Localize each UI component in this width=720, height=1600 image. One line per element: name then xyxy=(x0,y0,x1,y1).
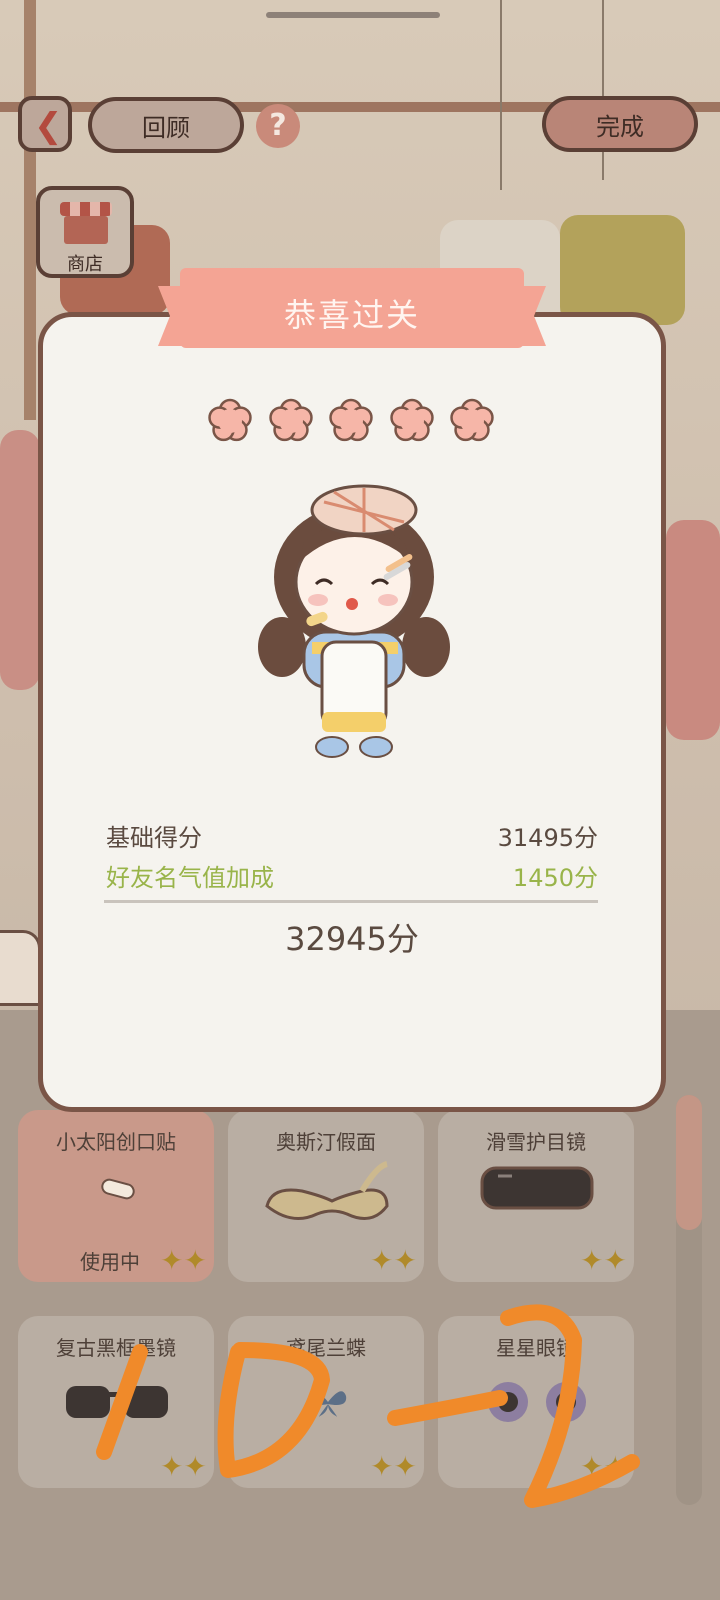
side-cloth-right xyxy=(666,520,720,740)
dialog-title: 恭喜过关 xyxy=(283,296,420,334)
sparkle-icon: ✦✦ xyxy=(580,1244,627,1277)
shop-icon xyxy=(60,202,112,216)
item-name: 鸢尾兰蝶 xyxy=(286,1336,366,1360)
base-score-label: 基础得分 xyxy=(106,824,202,852)
flower-glasses-icon xyxy=(488,1382,586,1422)
hanging-top xyxy=(560,215,685,325)
item-name: 星星眼镜 xyxy=(496,1336,576,1360)
item-name: 滑雪护目镜 xyxy=(486,1130,586,1154)
shop-label: 商店 xyxy=(67,254,103,275)
chevron-left-icon: ❮ xyxy=(34,106,63,146)
done-button[interactable]: 完成 xyxy=(542,96,698,152)
flower-star-icon xyxy=(208,398,252,442)
hanger-wire xyxy=(602,0,604,180)
side-cloth-left xyxy=(0,430,40,690)
shop-icon-body xyxy=(64,216,108,244)
tray-tab[interactable] xyxy=(0,930,41,1006)
sparkle-icon: ✦✦ xyxy=(160,1450,207,1483)
item-name: 奥斯汀假面 xyxy=(276,1130,376,1154)
item-name: 小太阳创口贴 xyxy=(56,1130,176,1154)
review-button[interactable]: 回顾 xyxy=(88,97,244,153)
total-score: 32945分 xyxy=(285,920,419,958)
item-card[interactable]: 复古黑框墨镜 ✦✦ xyxy=(18,1316,214,1488)
flower-star-icon xyxy=(389,398,434,442)
help-icon[interactable]: ? xyxy=(256,104,300,148)
item-card[interactable]: 星星眼镜 ✦✦ xyxy=(438,1316,634,1488)
bonus-score-row: 好友名气值加成 1450分 xyxy=(106,858,598,894)
back-button[interactable]: ❮ xyxy=(18,96,72,152)
status-bar-handle xyxy=(266,12,440,18)
in-use-label: 使用中 xyxy=(80,1250,140,1274)
bonus-value: 1450分 xyxy=(512,864,598,892)
item-card[interactable]: 鸢尾兰蝶 ✦✦ xyxy=(228,1316,424,1488)
base-score-row: 基础得分 31495分 xyxy=(106,818,598,854)
sparkle-icon: ✦✦ xyxy=(160,1244,207,1277)
item-card[interactable]: 滑雪护目镜 ✦✦ xyxy=(438,1110,634,1282)
sunglasses-icon xyxy=(66,1386,168,1418)
ski-goggles-icon xyxy=(480,1166,594,1210)
item-name: 复古黑框墨镜 xyxy=(56,1336,176,1360)
character-avatar xyxy=(258,484,450,758)
hanger-wire xyxy=(500,0,502,190)
sparkle-icon: ✦✦ xyxy=(580,1450,627,1483)
flower-star-icon xyxy=(268,398,313,442)
masquerade-mask-icon xyxy=(265,1161,389,1220)
base-score-value: 31495分 xyxy=(497,824,598,852)
shop-button[interactable]: 商店 xyxy=(36,186,134,278)
score-divider xyxy=(104,900,598,903)
wooden-post xyxy=(24,0,36,420)
flower-star-icon xyxy=(329,398,373,442)
item-scrollbar-thumb[interactable] xyxy=(676,1095,702,1230)
item-card[interactable]: 小太阳创口贴 使用中 ✦✦ xyxy=(18,1110,214,1282)
bonus-label: 好友名气值加成 xyxy=(106,864,274,892)
butterfly-clip-icon xyxy=(309,1391,347,1417)
sparkle-icon: ✦✦ xyxy=(370,1244,417,1277)
star-rating xyxy=(206,396,496,446)
item-card[interactable]: 奥斯汀假面 ✦✦ xyxy=(228,1110,424,1282)
bandage-icon xyxy=(101,1178,135,1200)
flower-star-icon xyxy=(450,398,494,442)
title-ribbon: 恭喜过关 xyxy=(158,268,546,362)
sparkle-icon: ✦✦ xyxy=(370,1450,417,1483)
